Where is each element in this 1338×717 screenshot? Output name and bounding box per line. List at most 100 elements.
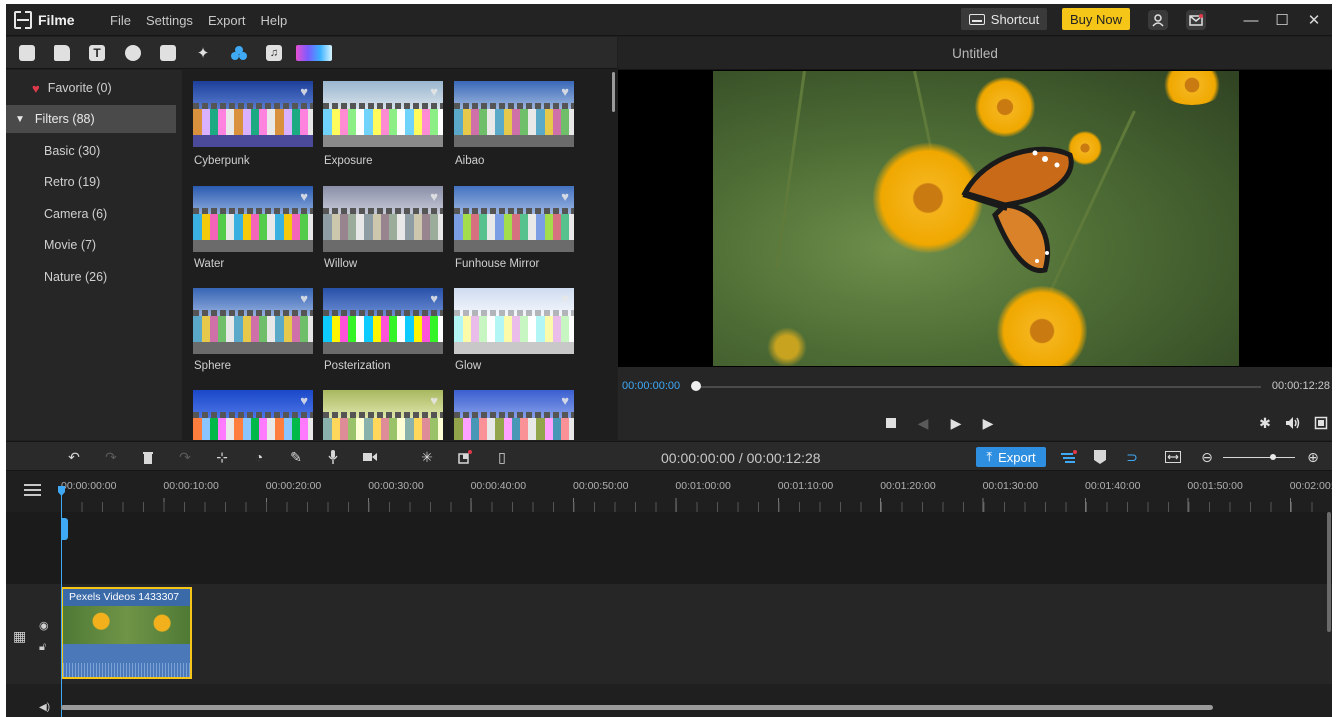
filter-thumbnail[interactable]: ♥	[323, 288, 443, 354]
filter-label: Willow	[324, 258, 358, 270]
filter-thumbnail[interactable]: ♥	[454, 390, 574, 440]
filter-thumbnail[interactable]: ♥	[323, 81, 443, 147]
settings-gear-icon[interactable]: ✱	[1256, 414, 1274, 432]
fullscreen-icon[interactable]	[1312, 414, 1330, 432]
transition-gradient-icon[interactable]	[296, 44, 332, 62]
volume-icon[interactable]	[1284, 414, 1302, 432]
maximize-icon[interactable]: ☐	[1273, 11, 1291, 29]
crop-icon[interactable]: ⊹	[213, 448, 231, 466]
camera-record-icon[interactable]	[361, 448, 379, 466]
category-nature[interactable]: Nature (26)	[6, 263, 176, 291]
redo-icon[interactable]: ↷	[102, 448, 120, 466]
menu-file[interactable]: File	[110, 13, 131, 28]
lock-icon[interactable]: 🔓︎	[39, 641, 46, 654]
effects-icon[interactable]: ✦	[194, 44, 212, 62]
timeline-vertical-scrollbar[interactable]	[1327, 512, 1331, 632]
track-manager-icon[interactable]	[1060, 448, 1078, 466]
favorite-heart-icon[interactable]: ♥	[561, 291, 569, 306]
snap-magnet-icon[interactable]: ⊃	[1123, 448, 1141, 466]
media-icon[interactable]	[18, 44, 36, 62]
favorite-heart-icon[interactable]: ♥	[430, 393, 438, 408]
preview-progress-row: 00:00:00:00 00:00:12:28	[618, 367, 1332, 405]
filter-thumbnail[interactable]: ♥	[193, 81, 313, 147]
zoom-in-icon[interactable]: ⊕	[1304, 448, 1322, 466]
play-icon[interactable]: ▶	[947, 414, 965, 432]
marker-icon[interactable]	[1091, 448, 1109, 466]
menu-settings[interactable]: Settings	[146, 13, 193, 28]
favorite-heart-icon[interactable]: ♥	[430, 291, 438, 306]
category-movie[interactable]: Movie (7)	[6, 231, 176, 259]
category-favorite[interactable]: ♥ Favorite (0)	[6, 74, 176, 102]
filter-thumbnail[interactable]: ♥	[323, 186, 443, 252]
ruler-tick-label: 00:01:10:00	[777, 480, 834, 492]
filter-thumbnail[interactable]: ♥	[454, 81, 574, 147]
filter-thumbnail[interactable]: ♥	[454, 186, 574, 252]
previous-frame-icon[interactable]: ◀	[914, 414, 932, 432]
filter-thumbnail[interactable]: ♥	[193, 390, 313, 440]
account-icon[interactable]	[1148, 10, 1168, 30]
timeline-ruler[interactable]: 00:00:00:00 00:00:10:00 00:00:20:00 00:00:3…	[6, 472, 1332, 512]
filter-grid-scrollbar[interactable]	[612, 72, 615, 112]
next-frame-icon[interactable]: ▶	[979, 414, 997, 432]
category-filters[interactable]: ▼ Filters (88)	[6, 105, 176, 133]
undo-icon[interactable]: ↶	[65, 448, 83, 466]
freeze-frame-icon[interactable]: ▯	[493, 448, 511, 466]
folder-icon[interactable]	[53, 44, 71, 62]
filter-label: Aibao	[455, 155, 485, 167]
split-redo-icon[interactable]: ↷	[176, 448, 194, 466]
favorite-heart-icon[interactable]: ♥	[300, 393, 308, 408]
favorite-heart-icon[interactable]: ♥	[300, 189, 308, 204]
delete-icon[interactable]	[139, 448, 157, 466]
microphone-icon[interactable]	[324, 448, 342, 466]
filter-thumbnail[interactable]: ♥	[323, 390, 443, 440]
speed-icon[interactable]: ◔	[250, 448, 268, 466]
buy-now-button[interactable]: Buy Now	[1062, 8, 1130, 30]
mail-icon[interactable]	[1186, 10, 1206, 30]
category-basic[interactable]: Basic (30)	[6, 137, 176, 165]
ruler-tick-label: 00:00:00:00	[61, 480, 117, 492]
scrub-track[interactable]	[698, 386, 1261, 388]
filme-logo-icon	[14, 11, 32, 29]
category-retro[interactable]: Retro (19)	[6, 168, 176, 196]
category-camera[interactable]: Camera (6)	[6, 200, 176, 228]
elements-icon[interactable]	[230, 44, 248, 62]
filter-icon[interactable]	[159, 44, 177, 62]
filter-thumbnail[interactable]: ♥	[454, 288, 574, 354]
export-button[interactable]: ⤒ Export	[976, 447, 1046, 467]
filter-thumbnail[interactable]: ♥	[193, 186, 313, 252]
favorite-heart-icon[interactable]: ♥	[561, 393, 569, 408]
clip-thumbnail	[63, 606, 190, 644]
shortcut-button[interactable]: Shortcut	[961, 8, 1047, 30]
favorite-heart-icon[interactable]: ♥	[300, 291, 308, 306]
music-icon[interactable]: ♫	[265, 44, 283, 62]
fit-timeline-icon[interactable]	[1164, 448, 1182, 466]
favorite-heart-icon[interactable]: ♥	[561, 84, 569, 99]
audio-volume-icon[interactable]: ◀)	[39, 702, 50, 713]
menu-help[interactable]: Help	[261, 13, 288, 28]
edit-pen-icon[interactable]: ✎	[287, 448, 305, 466]
menu-export[interactable]: Export	[208, 13, 246, 28]
favorite-heart-icon[interactable]: ♥	[430, 189, 438, 204]
favorite-heart-icon[interactable]: ♥	[561, 189, 569, 204]
stop-icon[interactable]	[882, 414, 900, 432]
favorite-heart-icon[interactable]: ♥	[430, 84, 438, 99]
menu-hamburger-icon[interactable]	[24, 484, 41, 496]
timeline-horizontal-scrollbar[interactable]	[61, 705, 1213, 710]
filter-thumbnail[interactable]: ♥	[193, 288, 313, 354]
zoom-slider-handle[interactable]	[1270, 454, 1276, 460]
close-icon[interactable]: ✕	[1305, 11, 1323, 29]
video-clip[interactable]: Pexels Videos 1433307	[61, 587, 192, 679]
ruler-tick-label: 00:01:50:00	[1187, 480, 1243, 492]
favorite-heart-icon[interactable]: ♥	[300, 84, 308, 99]
mosaic-icon[interactable]	[456, 448, 474, 466]
scrub-handle[interactable]	[691, 381, 701, 391]
visibility-eye-icon[interactable]: ◉	[39, 619, 49, 632]
text-icon[interactable]: T	[88, 44, 106, 62]
minimize-icon[interactable]: —	[1242, 11, 1260, 29]
sticker-icon[interactable]	[124, 44, 142, 62]
zoom-out-icon[interactable]: ⊖	[1198, 448, 1216, 466]
category-label: Favorite (0)	[47, 81, 112, 95]
zoom-slider[interactable]	[1223, 457, 1295, 458]
playhead-handle[interactable]	[61, 518, 68, 540]
effect-sparkle-icon[interactable]: ✳	[418, 448, 436, 466]
